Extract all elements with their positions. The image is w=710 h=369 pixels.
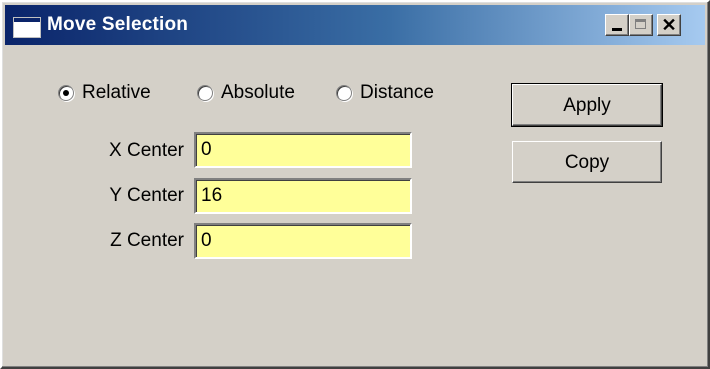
z-center-input[interactable] [194,223,412,259]
close-button[interactable]: ✕ [657,14,681,36]
window-title: Move Selection [47,14,189,35]
radio-distance-indicator[interactable] [336,85,352,101]
radio-absolute-label: Absolute [221,82,295,103]
close-icon: ✕ [661,15,677,35]
app-window-icon [13,17,41,38]
radio-relative[interactable]: Relative [58,81,151,105]
z-center-label: Z Center [110,230,184,251]
title-bar[interactable]: Move Selection ✕ [5,5,705,45]
minimize-button[interactable] [605,14,629,36]
apply-button[interactable]: Apply [511,83,663,127]
radio-absolute[interactable]: Absolute [197,81,295,105]
move-selection-dialog: Move Selection ✕ Relative Absolute Dista… [0,0,710,369]
y-center-input[interactable] [194,178,412,214]
radio-distance[interactable]: Distance [336,81,434,105]
maximize-icon [635,19,646,29]
copy-button[interactable]: Copy [512,141,662,183]
x-center-label: X Center [109,140,184,161]
radio-absolute-indicator[interactable] [197,85,213,101]
x-center-input[interactable] [194,132,412,168]
y-center-label: Y Center [109,185,184,206]
radio-relative-label: Relative [82,82,151,103]
radio-distance-label: Distance [360,82,434,103]
maximize-button[interactable] [629,14,653,36]
radio-relative-indicator[interactable] [58,85,74,101]
minimize-icon [612,28,622,31]
